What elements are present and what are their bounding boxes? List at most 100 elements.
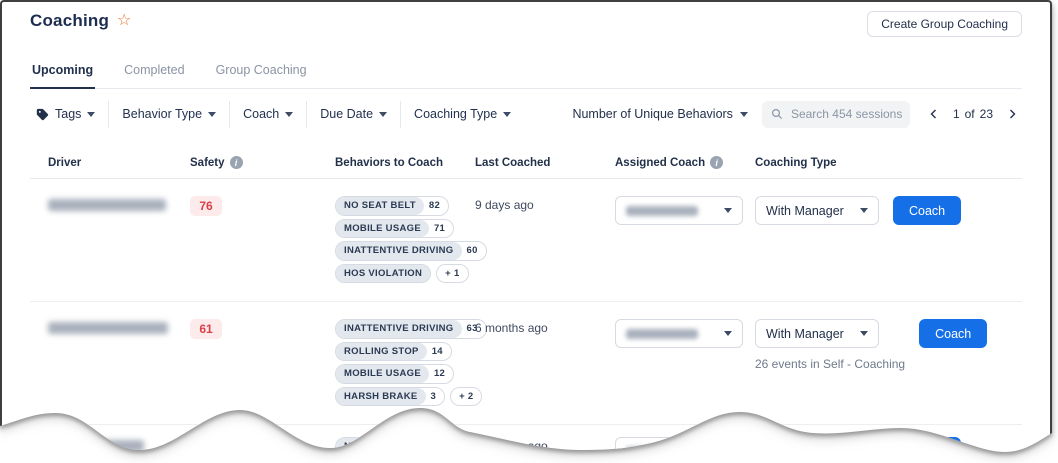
filter-behavior-type[interactable]: Behavior Type (109, 107, 229, 121)
filter-tags[interactable]: Tags (30, 107, 108, 121)
coaching-type-select[interactable]: With Manager (755, 196, 879, 225)
driver-cell (30, 437, 190, 452)
actions-cell: With Manager26 events in Self - Coaching… (755, 319, 1022, 371)
filter-coaching-type[interactable]: Coaching Type (401, 107, 524, 121)
filter-coach[interactable]: Coach (230, 107, 306, 121)
sort-dropdown[interactable]: Number of Unique Behaviors (572, 107, 748, 121)
column-safety: Safetyi (190, 156, 335, 169)
table-header-row: DriverSafetyiBehaviors to Coach Last Coac… (30, 156, 1022, 179)
screenshot-frame: Coaching ☆ Create Group Coaching Upcomin… (0, 0, 1052, 463)
behavior-count: 60 (462, 242, 486, 260)
assigned-coach-select[interactable] (615, 196, 743, 225)
behavior-label: INATTENTIVE DRIVING (336, 320, 462, 338)
filter-due-date[interactable]: Due Date (307, 107, 400, 121)
column-driver: Driver (30, 156, 190, 169)
assigned-coach-cell (615, 196, 755, 225)
title-wrap: Coaching ☆ (30, 11, 131, 31)
safety-cell: 76 (190, 196, 335, 216)
behavior-count: 12 (429, 365, 453, 383)
tab-group-coaching[interactable]: Group Coaching (214, 58, 309, 88)
create-group-coaching-button[interactable]: Create Group Coaching (867, 11, 1022, 37)
behavior-pill (335, 460, 471, 463)
column-behaviors-to-coach: Behaviors to Coach (335, 156, 475, 169)
behavior-pill: NO SEAT BELT (335, 437, 425, 457)
table-row: 61INATTENTIVE DRIVING63ROLLING STOP14MOB… (30, 302, 1022, 425)
coaching-type-group: With Manager (755, 196, 879, 225)
filter-group: Tags Behavior TypeCoach Due Date Coaching T… (30, 101, 524, 128)
chevron-down-icon (724, 208, 732, 213)
pagination-prev-button[interactable] (924, 106, 944, 122)
table-row: NO SEAT BELT 5 months ago With Manager Coa… (30, 425, 1022, 463)
column-label: Last Coached (475, 157, 550, 169)
coach-button[interactable]: Coach (893, 437, 961, 463)
pagination-total: 23 (980, 107, 993, 121)
safety-score-badge: 61 (190, 319, 222, 339)
chevron-down-icon (860, 449, 868, 454)
pagination-current: 1 (953, 107, 960, 121)
behavior-pill: MOBILE USAGE71 (335, 219, 454, 239)
page-title: Coaching (30, 11, 109, 31)
search-input[interactable] (789, 106, 908, 122)
pill-line: INATTENTIVE DRIVING63 (335, 319, 487, 339)
safety-score-badge: 76 (190, 196, 222, 216)
info-icon[interactable]: i (230, 156, 243, 169)
driver-name-redacted[interactable] (48, 440, 144, 452)
coaching-type-select[interactable]: With Manager (755, 319, 879, 348)
coach-button[interactable]: Coach (919, 319, 987, 348)
chevron-down-icon (724, 331, 732, 336)
tab-completed[interactable]: Completed (122, 58, 186, 88)
pagination-next-button[interactable] (1002, 106, 1022, 122)
behavior-pill: HARSH BRAKE3 (335, 387, 445, 407)
last-coached-cell: 9 days ago (475, 196, 615, 212)
pill-line: INATTENTIVE DRIVING60 (335, 241, 487, 261)
chevron-down-icon (860, 331, 868, 336)
behavior-pill: MOBILE USAGE12 (335, 364, 454, 384)
pill-line: MOBILE USAGE12 (335, 364, 454, 384)
tab-bar: Upcoming Completed Group Coaching (30, 58, 1022, 89)
tab-upcoming[interactable]: Upcoming (30, 58, 95, 89)
chevron-down-icon (503, 112, 511, 117)
sort-dropdown-label: Number of Unique Behaviors (572, 107, 733, 121)
behavior-pill: NO SEAT BELT82 (335, 196, 449, 216)
column-label: Assigned Coach (615, 157, 705, 169)
behavior-overflow-pill[interactable]: + 1 (436, 264, 468, 284)
pill-line (335, 460, 471, 463)
chevron-down-icon (860, 208, 868, 213)
coaching-type-value: With Manager (766, 204, 844, 218)
last-coached-cell: 5 months ago (475, 437, 615, 453)
driver-name-redacted[interactable] (48, 199, 166, 211)
star-favorite-icon[interactable]: ☆ (117, 13, 131, 29)
behavior-count: 14 (427, 343, 451, 361)
behavior-pill: ROLLING STOP14 (335, 342, 452, 362)
last-coached-cell: 6 months ago (475, 319, 615, 335)
chevron-down-icon (740, 112, 748, 117)
behavior-count: 82 (424, 197, 448, 215)
filter-bar: Tags Behavior TypeCoach Due Date Coaching T… (30, 96, 1022, 132)
behavior-overflow-pill[interactable]: + 2 (450, 387, 482, 407)
actions-cell: With Manager Coach (755, 196, 1022, 225)
coach-button[interactable]: Coach (893, 196, 961, 225)
pagination: 1 of 23 (924, 106, 1022, 122)
coaching-type-select[interactable]: With Manager (755, 437, 879, 463)
behaviors-cell: NO SEAT BELT82MOBILE USAGE71INATTENTIVE … (335, 196, 475, 283)
pill-line: MOBILE USAGE71 (335, 219, 454, 239)
assigned-coach-redacted (626, 329, 698, 339)
coaching-type-value: With Manager (766, 445, 844, 459)
behavior-pill: HOS VIOLATION (335, 264, 431, 284)
behavior-count: 3 (426, 388, 445, 406)
chevron-down-icon (724, 449, 732, 454)
filter-label: Tags (55, 107, 81, 121)
search-box[interactable] (762, 101, 910, 128)
assigned-coach-select[interactable] (615, 437, 743, 463)
behavior-pill: INATTENTIVE DRIVING60 (335, 241, 487, 261)
page-header: Coaching ☆ Create Group Coaching (30, 2, 1022, 37)
info-icon[interactable]: i (710, 156, 723, 169)
filter-label: Due Date (320, 107, 373, 121)
driver-name-redacted[interactable] (48, 322, 168, 334)
pill-line: NO SEAT BELT82 (335, 196, 449, 216)
column-label: Behaviors to Coach (335, 157, 443, 169)
safety-cell: 61 (190, 319, 335, 339)
assigned-coach-select[interactable] (615, 319, 743, 348)
behavior-label: MOBILE USAGE (336, 365, 429, 383)
behaviors-cell: NO SEAT BELT (335, 437, 475, 463)
